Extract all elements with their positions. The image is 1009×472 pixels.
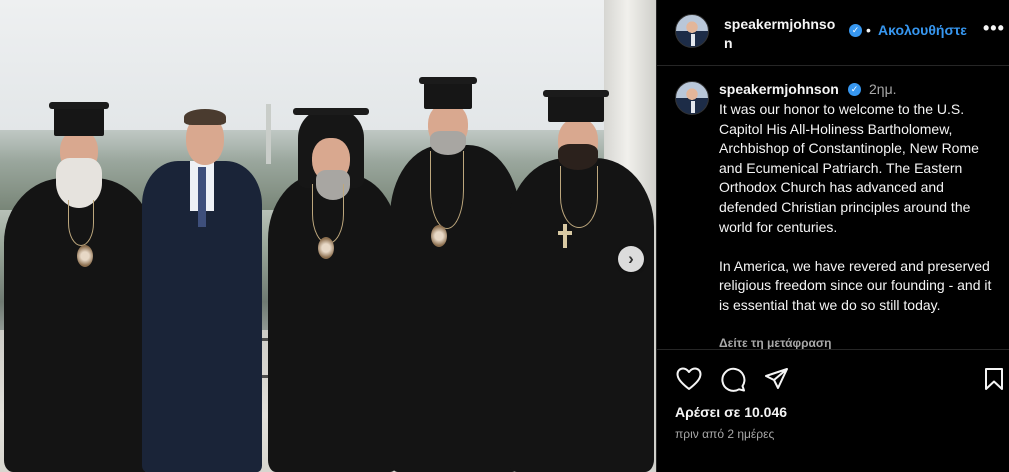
verified-badge-icon: ✓ xyxy=(848,83,861,96)
heart-icon[interactable] xyxy=(676,367,702,396)
bookmark-icon[interactable] xyxy=(984,367,1004,396)
caption-username[interactable]: speakermjohnson xyxy=(719,81,839,97)
photo-person-5 xyxy=(508,88,656,472)
caption-paragraph: In America, we have revered and preserve… xyxy=(719,257,992,313)
avatar[interactable] xyxy=(675,14,709,48)
post-side-panel: speakermjohnson ✓ • Ακολουθήστε ••• spea… xyxy=(656,0,1009,472)
comment-icon[interactable] xyxy=(720,367,746,397)
verified-badge-icon: ✓ xyxy=(849,24,862,37)
caption-paragraph: It was our honor to welcome to the U.S. … xyxy=(719,101,979,235)
post-photo[interactable]: › xyxy=(0,0,656,472)
caption-area: speakermjohnson ✓ 2ημ. It was our honor … xyxy=(657,67,1009,349)
more-options-icon[interactable]: ••• xyxy=(983,18,1005,39)
photo-person-1 xyxy=(0,100,160,472)
share-icon[interactable] xyxy=(764,367,789,396)
chevron-right-icon: › xyxy=(628,249,634,268)
separator-dot: • xyxy=(866,22,871,38)
caption-text: It was our honor to welcome to the U.S. … xyxy=(719,100,999,316)
post-header: speakermjohnson ✓ • Ακολουθήστε ••• xyxy=(657,0,1009,66)
photo-person-4 xyxy=(388,75,523,472)
see-translation-link[interactable]: Δείτε τη μετάφραση xyxy=(719,336,831,349)
post-time[interactable]: 2ημ. xyxy=(869,81,897,97)
post-date[interactable]: πριν από 2 ημέρες xyxy=(675,427,774,441)
next-photo-button[interactable]: › xyxy=(618,246,644,272)
likes-count[interactable]: Αρέσει σε 10.046 xyxy=(675,404,787,420)
follow-button[interactable]: Ακολουθήστε xyxy=(878,22,967,38)
caption-avatar[interactable] xyxy=(675,81,709,115)
photo-person-2 xyxy=(140,105,265,472)
post-actions: Αρέσει σε 10.046 πριν από 2 ημέρες xyxy=(657,349,1009,472)
header-username[interactable]: speakermjohnson xyxy=(724,15,842,53)
photo-person-3 xyxy=(262,104,402,472)
